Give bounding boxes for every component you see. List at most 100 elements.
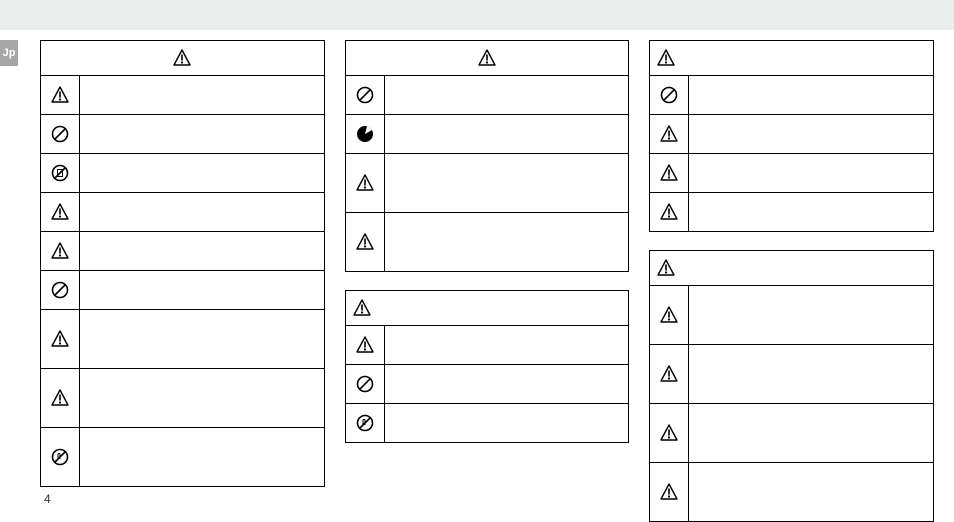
row-text	[385, 76, 629, 114]
prohibit-touch-icon	[50, 447, 70, 467]
row-text	[689, 404, 933, 462]
page-header-bar	[0, 0, 954, 30]
row-text	[689, 76, 933, 114]
table-row	[346, 114, 629, 153]
warning-icon	[656, 258, 676, 278]
warning-icon	[50, 329, 70, 349]
column-2	[345, 40, 630, 488]
row-icon-cell	[346, 76, 385, 114]
row-icon-cell	[41, 193, 80, 231]
row-text	[80, 369, 324, 427]
row-icon-cell	[346, 213, 385, 271]
table-row	[41, 427, 324, 486]
table-row	[41, 270, 324, 309]
table-row	[41, 309, 324, 368]
warning-icon	[352, 298, 372, 318]
table-row	[346, 153, 629, 212]
row-text	[689, 115, 933, 153]
row-icon-cell	[41, 232, 80, 270]
prohibit-touch-icon	[355, 413, 375, 433]
warning-icon	[656, 48, 676, 68]
row-icon-cell	[650, 154, 689, 192]
table-row	[650, 286, 933, 344]
table-row	[346, 326, 629, 364]
prohibit-icon	[355, 85, 375, 105]
row-text	[385, 404, 629, 442]
table-row	[41, 153, 324, 192]
row-text	[385, 326, 629, 364]
row-text	[385, 115, 629, 153]
table-row	[41, 231, 324, 270]
row-text	[689, 463, 933, 521]
table-row	[650, 192, 933, 231]
warning-icon	[355, 173, 375, 193]
row-text	[689, 154, 933, 192]
warning-icon	[477, 48, 497, 68]
row-text	[385, 213, 629, 271]
row-icon-cell	[650, 345, 689, 403]
prohibit-icon	[355, 374, 375, 394]
row-icon-cell	[41, 154, 80, 192]
prohibit-icon	[50, 124, 70, 144]
row-text	[689, 286, 933, 344]
row-text	[80, 76, 324, 114]
row-icon-cell	[346, 115, 385, 153]
warning-icon	[50, 85, 70, 105]
row-text	[80, 310, 324, 368]
table-row	[650, 462, 933, 521]
warning-icon	[355, 335, 375, 355]
row-icon-cell	[346, 326, 385, 364]
table-row	[650, 403, 933, 462]
warning-icon	[50, 388, 70, 408]
table-row	[41, 114, 324, 153]
table-row	[650, 114, 933, 153]
warning-icon	[659, 124, 679, 144]
row-text	[80, 428, 324, 486]
warning-icon	[659, 364, 679, 384]
warning-icon	[659, 482, 679, 502]
safety-box	[649, 40, 934, 232]
prohibit-disassemble-icon	[50, 163, 70, 183]
box-header	[650, 251, 933, 286]
row-icon-cell	[41, 310, 80, 368]
row-icon-cell	[650, 76, 689, 114]
safety-box	[649, 250, 934, 522]
table-row	[650, 76, 933, 114]
row-text	[80, 232, 324, 270]
language-tab-label: Jp	[3, 47, 16, 59]
warning-icon	[50, 241, 70, 261]
table-row	[346, 403, 629, 442]
row-icon-cell	[41, 76, 80, 114]
row-icon-cell	[41, 428, 80, 486]
row-icon-cell	[650, 193, 689, 231]
box-header	[650, 41, 933, 76]
table-row	[650, 153, 933, 192]
page-number: 4	[44, 492, 51, 506]
prohibit-icon	[50, 280, 70, 300]
row-text	[689, 193, 933, 231]
warning-icon	[355, 232, 375, 252]
column-3	[649, 40, 934, 488]
row-icon-cell	[346, 404, 385, 442]
table-row	[41, 76, 324, 114]
box-header	[346, 41, 629, 76]
box-header	[346, 291, 629, 326]
row-text	[689, 345, 933, 403]
language-tab: Jp	[0, 40, 18, 66]
box-header	[41, 41, 324, 76]
row-icon-cell	[650, 286, 689, 344]
warning-icon	[659, 163, 679, 183]
row-text	[385, 365, 629, 403]
warning-icon	[659, 305, 679, 325]
safety-box	[345, 40, 630, 272]
row-icon-cell	[650, 404, 689, 462]
row-icon-cell	[41, 271, 80, 309]
column-1	[40, 40, 325, 488]
row-text	[80, 193, 324, 231]
row-text	[80, 271, 324, 309]
content-columns	[40, 40, 934, 488]
table-row	[346, 212, 629, 271]
warning-icon	[659, 423, 679, 443]
safety-box	[40, 40, 325, 487]
table-row	[41, 192, 324, 231]
